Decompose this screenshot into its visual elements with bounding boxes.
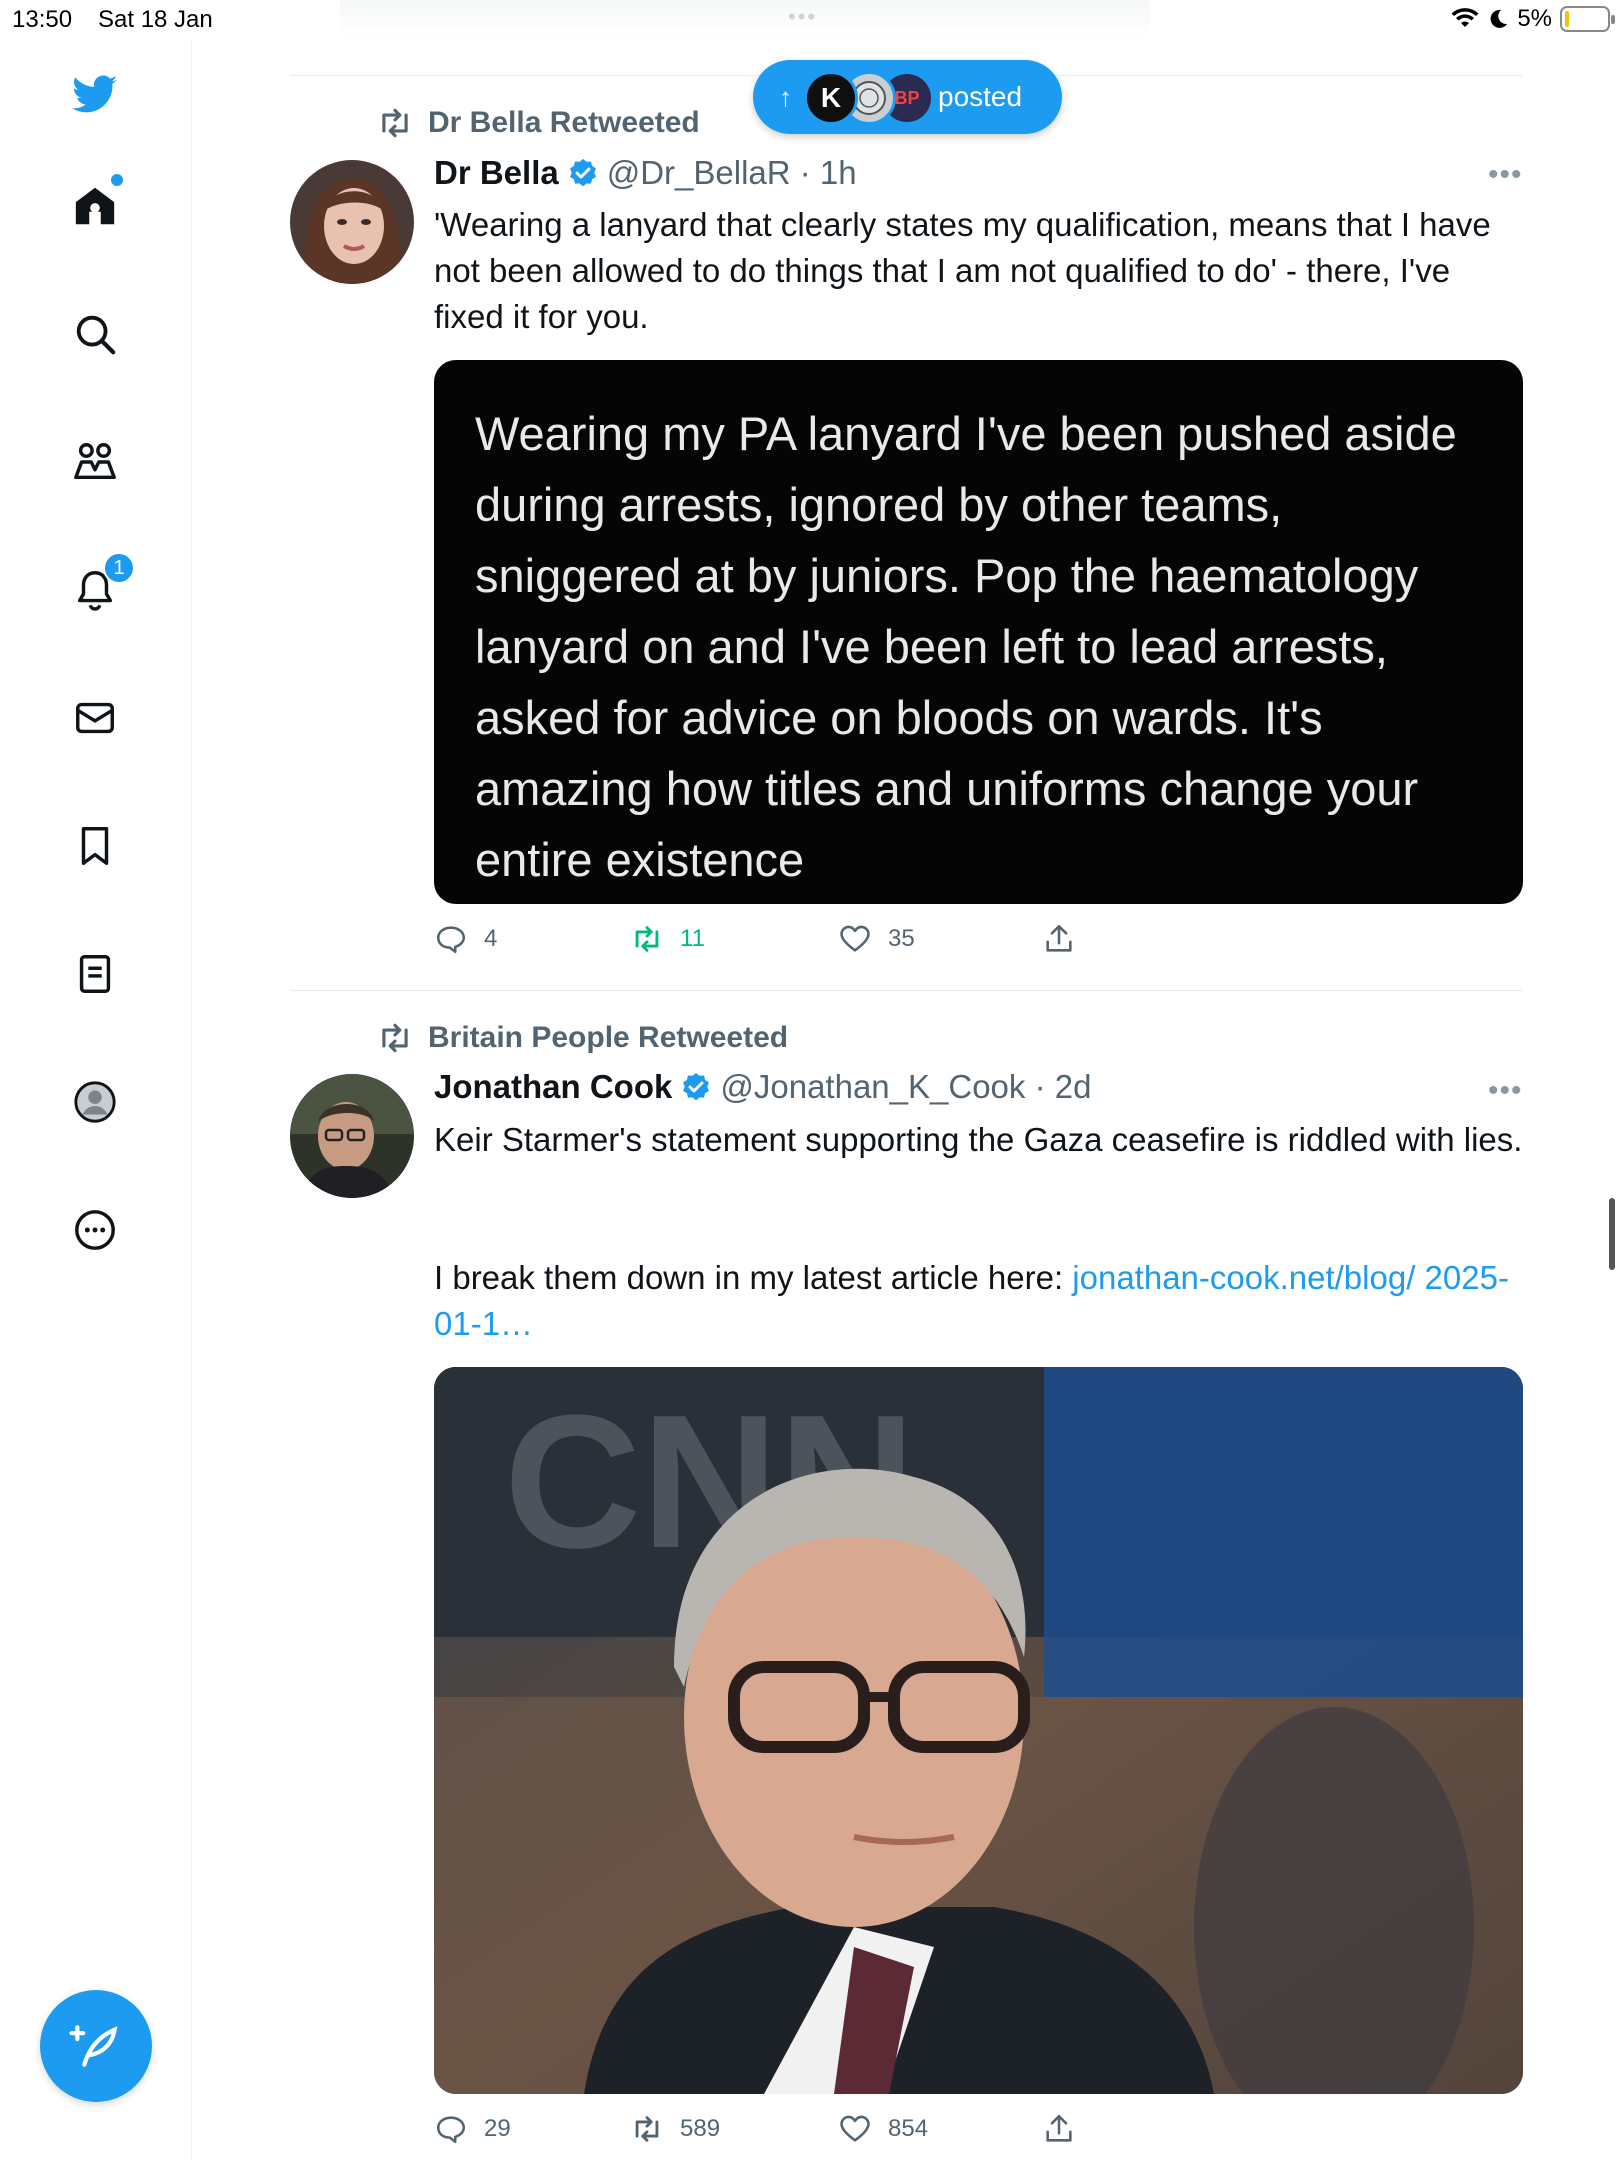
tweet-text: 'Wearing a lanyard that clearly states m… xyxy=(434,206,1491,335)
reply-icon xyxy=(436,2116,466,2144)
moon-icon xyxy=(1490,9,1508,28)
new-posts-pill[interactable]: ↑ K BP posted xyxy=(753,60,1062,134)
sidebar: 1 xyxy=(0,40,192,2160)
verified-badge-icon xyxy=(569,159,596,187)
scrollbar[interactable] xyxy=(1609,1198,1615,1270)
retweet-context[interactable]: Britain People Retweeted xyxy=(376,1019,788,1057)
share-icon xyxy=(1046,2114,1072,2142)
heart-icon xyxy=(840,2115,870,2142)
retweet-button[interactable]: 11 xyxy=(630,922,705,956)
sidebar-item-explore[interactable] xyxy=(63,302,127,366)
reply-count: 4 xyxy=(484,925,498,952)
more-options-icon[interactable]: ••• xyxy=(1488,158,1523,192)
retweet-count: 11 xyxy=(680,925,705,952)
retweet-button[interactable]: 589 xyxy=(630,2112,720,2146)
tweet-divider xyxy=(290,990,1522,991)
tweet-photo[interactable]: CNN xyxy=(434,1367,1523,2094)
sidebar-item-home[interactable] xyxy=(63,174,127,238)
tweet-text-with-link: I break them down in my latest article h… xyxy=(434,1255,1524,1347)
tweet-text-second-paragraph: I break them down in my latest article h… xyxy=(434,1259,1073,1296)
home-icon xyxy=(75,187,115,225)
compose-feather-icon xyxy=(69,2025,118,2067)
like-count: 854 xyxy=(888,2115,929,2142)
battery-percent: 5% xyxy=(1517,5,1552,32)
sidebar-item-messages[interactable] xyxy=(63,686,127,750)
communities-icon xyxy=(74,443,116,480)
previous-tweet-fade xyxy=(340,0,1150,38)
tweet-actions: 29 589 854 xyxy=(434,2112,1114,2152)
status-date: Sat 18 Jan xyxy=(98,6,213,33)
tweet-author-line: Jonathan Cook @Jonathan_K_Cook · 2d xyxy=(434,1068,1091,1106)
retweeted-by-label: Britain People Retweeted xyxy=(428,1021,789,1054)
bookmark-icon xyxy=(81,827,109,865)
reply-count: 29 xyxy=(484,2115,511,2142)
avatar[interactable] xyxy=(290,160,414,284)
author-name[interactable]: Jonathan Cook xyxy=(434,1068,672,1106)
like-button[interactable]: 35 xyxy=(838,922,915,956)
sidebar-item-notifications[interactable]: 1 xyxy=(63,552,135,622)
arrow-up-icon: ↑ xyxy=(779,81,792,112)
pill-avatars: K BP xyxy=(804,69,934,125)
author-handle[interactable]: @Dr_BellaR · 1h xyxy=(607,154,857,192)
like-button[interactable]: 854 xyxy=(838,2112,928,2146)
verified-badge-icon xyxy=(683,1073,710,1101)
reply-icon xyxy=(436,926,466,954)
retweet-context[interactable]: Dr Bella Retweeted xyxy=(376,104,700,142)
home-unread-dot xyxy=(111,174,123,186)
list-icon xyxy=(79,955,111,993)
reply-button[interactable]: 4 xyxy=(434,922,497,956)
author-handle[interactable]: @Jonathan_K_Cook · 2d xyxy=(720,1068,1091,1106)
search-icon xyxy=(76,315,116,355)
envelope-icon xyxy=(76,702,114,734)
share-button[interactable] xyxy=(1042,922,1076,956)
share-button[interactable] xyxy=(1042,2112,1076,2146)
retweet-icon xyxy=(635,2116,659,2142)
notifications-badge: 1 xyxy=(103,552,135,584)
author-name[interactable]: Dr Bella xyxy=(434,154,559,192)
tweet-image[interactable]: Wearing my PA lanyard I've been pushed a… xyxy=(434,360,1523,904)
image-text: Wearing my PA lanyard I've been pushed a… xyxy=(475,407,1457,886)
sidebar-item-communities[interactable] xyxy=(63,430,127,494)
retweet-icon xyxy=(382,108,408,138)
sidebar-item-lists[interactable] xyxy=(63,942,127,1006)
retweet-icon xyxy=(382,1023,408,1053)
battery-icon xyxy=(1560,6,1615,32)
more-circle-icon xyxy=(75,1210,115,1250)
tweet-text: Keir Starmer's statement supporting the … xyxy=(434,1121,1523,1158)
like-count: 35 xyxy=(888,925,915,952)
sidebar-item-profile[interactable] xyxy=(63,1070,127,1134)
retweet-icon xyxy=(635,926,659,952)
reply-button[interactable]: 29 xyxy=(434,2112,511,2146)
tweet-actions: 4 11 35 xyxy=(434,922,1114,962)
heart-icon xyxy=(840,925,870,952)
more-options-icon[interactable]: ••• xyxy=(1488,1074,1523,1108)
sidebar-item-bookmarks[interactable] xyxy=(63,814,127,878)
retweet-count: 589 xyxy=(680,2115,721,2142)
share-icon xyxy=(1046,924,1072,952)
retweeted-by-label: Dr Bella Retweeted xyxy=(428,106,700,139)
twitter-logo-icon[interactable] xyxy=(63,62,127,126)
sidebar-item-more[interactable] xyxy=(63,1198,127,1262)
profile-icon xyxy=(74,1081,116,1123)
tweet-author-line: Dr Bella @Dr_BellaR · 1h xyxy=(434,154,857,192)
avatar[interactable] xyxy=(290,1074,414,1198)
avatar: K xyxy=(804,71,858,125)
posted-label: posted xyxy=(938,81,1023,112)
wifi-icon xyxy=(1451,8,1479,27)
status-indicators: 5% xyxy=(1451,5,1615,33)
compose-button[interactable] xyxy=(40,1990,152,2102)
status-time: 13:50 xyxy=(12,6,73,33)
